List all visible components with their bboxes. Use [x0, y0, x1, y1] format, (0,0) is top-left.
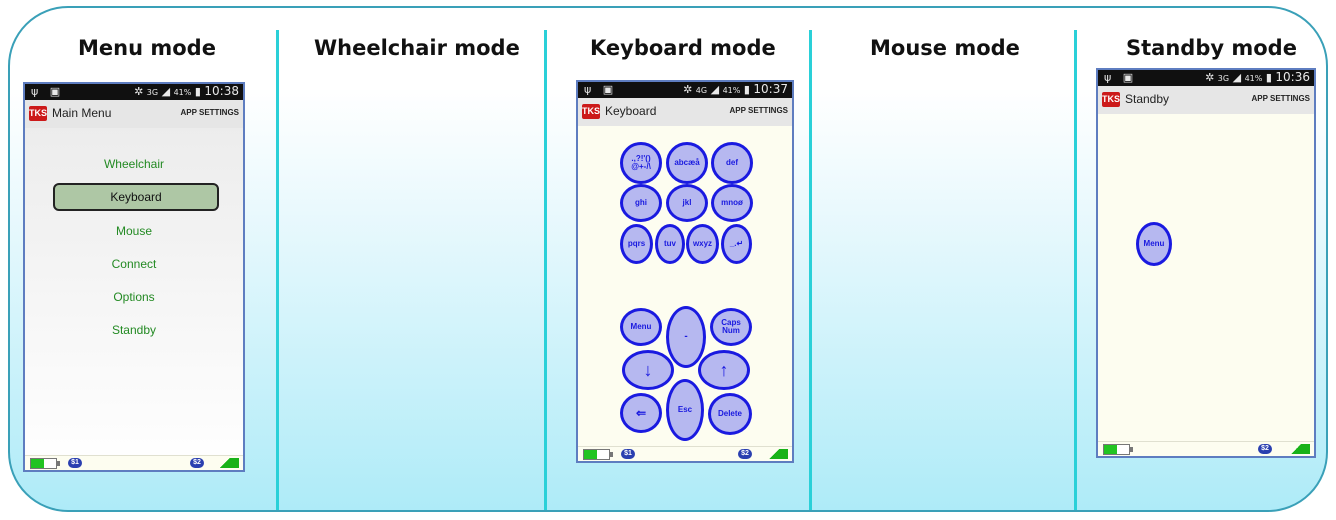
panel-title-menu: Menu mode	[78, 36, 216, 60]
usb-icon: ψ ▣	[584, 83, 618, 96]
key-tuv[interactable]: tuv	[655, 224, 685, 264]
battery-percent: 41%	[1244, 74, 1263, 83]
key-jkl[interactable]: jkl	[666, 184, 708, 222]
usb-icon: ψ ▣	[31, 85, 65, 98]
separator	[809, 30, 812, 510]
screen-title: Keyboard	[605, 104, 657, 118]
app-settings-button[interactable]: APP SETTINGS	[729, 106, 788, 115]
separator	[544, 30, 547, 510]
key-backspace[interactable]: ⇐	[620, 393, 662, 433]
status-bar: ψ ▣ ✲ 3G ◢ 41% ▮ 10:38	[25, 84, 243, 100]
menu-item-connect[interactable]: Connect	[25, 257, 243, 271]
app-settings-button[interactable]: APP SETTINGS	[1251, 94, 1310, 103]
key-arrow-up[interactable]: ↑	[698, 350, 750, 390]
key-wxyz[interactable]: wxyz	[686, 224, 719, 264]
key-def[interactable]: def	[711, 142, 753, 184]
network-type: 3G	[1217, 74, 1230, 83]
bottom-bar: $2	[1098, 441, 1314, 456]
battery-icon: ▮	[1265, 71, 1272, 84]
status-clock: 10:38	[204, 84, 239, 98]
battery-percent: 41%	[173, 88, 192, 97]
battery-level-icon	[30, 458, 60, 469]
battery-level-icon	[583, 449, 613, 460]
action-bar: TKS Standby APP SETTINGS	[1098, 86, 1314, 114]
key-pqrs[interactable]: pqrs	[620, 224, 653, 264]
signal-icon: ◢	[710, 83, 720, 96]
action-bar: TKS Keyboard APP SETTINGS	[578, 98, 792, 126]
panel-title-standby: Standby mode	[1126, 36, 1297, 60]
key-space-enter[interactable]: _.↵	[721, 224, 752, 264]
screen-title: Main Menu	[52, 106, 112, 120]
signal-strength-icon	[760, 449, 788, 459]
signal-strength-icon	[211, 458, 239, 468]
bluetooth-icon: ✲	[134, 85, 144, 98]
signal-strength-icon	[1282, 444, 1310, 454]
screen-title: Standby	[1125, 92, 1170, 106]
switch-2-indicator: $2	[1258, 444, 1272, 454]
app-logo: TKS	[1102, 92, 1120, 107]
usb-icon: ψ ▣	[1104, 71, 1138, 84]
key-caps-num[interactable]: Caps Num	[710, 308, 752, 346]
panel-title-keyboard: Keyboard mode	[590, 36, 776, 60]
status-bar: ψ ▣ ✲ 4G ◢ 41% ▮ 10:37	[578, 82, 792, 98]
standby-menu-button[interactable]: Menu	[1136, 222, 1172, 266]
network-type: 3G	[146, 88, 159, 97]
app-settings-button[interactable]: APP SETTINGS	[180, 108, 239, 117]
panel-title-wheelchair: Wheelchair mode	[314, 36, 520, 60]
signal-icon: ◢	[1232, 71, 1242, 84]
switch-2-indicator: $2	[190, 458, 204, 468]
battery-icon: ▮	[743, 83, 750, 96]
bluetooth-icon: ✲	[683, 83, 693, 96]
bottom-bar: $1 $2	[578, 446, 792, 461]
network-type: 4G	[695, 86, 708, 95]
app-logo: TKS	[29, 106, 47, 121]
action-bar: TKS Main Menu APP SETTINGS	[25, 100, 243, 128]
app-logo: TKS	[582, 104, 600, 119]
key-abc[interactable]: abcæå	[666, 142, 708, 184]
signal-icon: ◢	[161, 85, 171, 98]
menu-item-wheelchair[interactable]: Wheelchair	[25, 157, 243, 171]
battery-level-icon	[1103, 444, 1133, 455]
phone-keyboard-mode: ψ ▣ ✲ 4G ◢ 41% ▮ 10:37 TKS Keyboard APP …	[576, 80, 794, 463]
switch-1-indicator: $1	[68, 458, 82, 468]
key-delete[interactable]: Delete	[708, 393, 752, 435]
key-mno[interactable]: mnoø	[711, 184, 753, 222]
status-clock: 10:37	[753, 82, 788, 96]
key-hyphen[interactable]: -	[666, 306, 706, 368]
bluetooth-icon: ✲	[1205, 71, 1215, 84]
status-bar: ψ ▣ ✲ 3G ◢ 41% ▮ 10:36	[1098, 70, 1314, 86]
menu-item-mouse[interactable]: Mouse	[25, 224, 243, 238]
switch-1-indicator: $1	[621, 449, 635, 459]
key-ghi[interactable]: ghi	[620, 184, 662, 222]
key-esc[interactable]: Esc	[666, 379, 704, 441]
menu-item-keyboard[interactable]: Keyboard	[53, 183, 219, 211]
battery-percent: 41%	[722, 86, 741, 95]
key-arrow-down[interactable]: ↓	[622, 350, 674, 390]
menu-item-standby[interactable]: Standby	[25, 323, 243, 337]
menu-item-options[interactable]: Options	[25, 290, 243, 304]
phone-menu-mode: ψ ▣ ✲ 3G ◢ 41% ▮ 10:38 TKS Main Menu APP…	[23, 82, 245, 472]
panel-title-mouse: Mouse mode	[870, 36, 1020, 60]
key-menu[interactable]: Menu	[620, 308, 662, 346]
status-clock: 10:36	[1275, 70, 1310, 84]
separator	[1074, 30, 1077, 510]
battery-icon: ▮	[194, 85, 201, 98]
bottom-bar: $1 $2	[25, 455, 243, 470]
switch-2-indicator: $2	[738, 449, 752, 459]
key-punctuation[interactable]: .,?!'() @+-/\	[620, 142, 662, 184]
separator	[276, 30, 279, 510]
phone-standby-mode: ψ ▣ ✲ 3G ◢ 41% ▮ 10:36 TKS Standby APP S…	[1096, 68, 1316, 458]
